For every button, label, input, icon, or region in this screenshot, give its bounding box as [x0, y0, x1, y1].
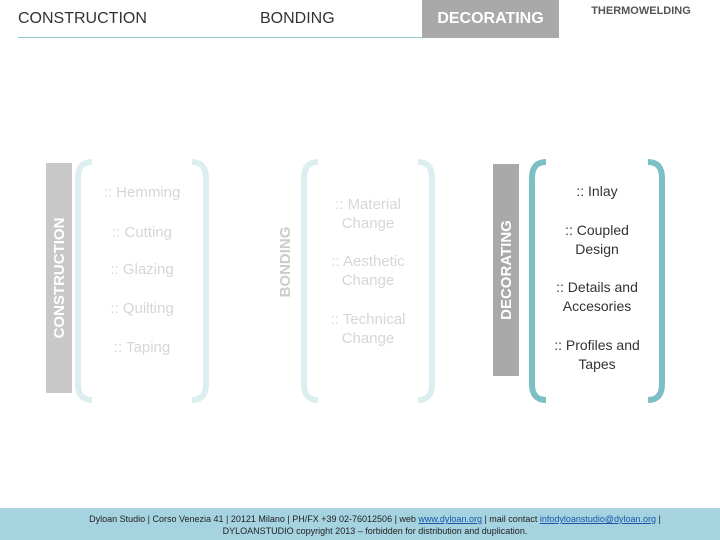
footer-line1-mid: | mail contact — [481, 514, 540, 524]
decorating-item-coupled-design[interactable]: :: Coupled Design — [546, 221, 648, 259]
construction-item-cutting[interactable]: :: Cutting — [92, 223, 192, 242]
construction-right-bracket — [191, 159, 209, 403]
decorating-item-inlay[interactable]: :: Inlay — [546, 182, 648, 201]
bonding-right-bracket — [417, 159, 435, 403]
bonding-left-bracket — [301, 159, 319, 403]
footer-line1-prefix: Dyloan Studio | Corso Venezia 41 | 20121… — [89, 514, 419, 524]
construction-item-hemming[interactable]: :: Hemming — [92, 183, 192, 202]
construction-item-quilting[interactable]: :: Quilting — [92, 299, 192, 318]
decorating-item-profiles-tapes[interactable]: :: Profiles and Tapes — [540, 336, 654, 374]
decorating-item-details-accessories[interactable]: :: Details and Accesories — [546, 278, 648, 316]
bonding-item-technical-change[interactable]: :: Technical Change — [318, 310, 418, 348]
footer-line1-suffix: | — [656, 514, 661, 524]
footer-copyright: DYLOANSTUDIO copyright 2013 – forbidden … — [222, 526, 528, 536]
footer-text: Dyloan Studio | Corso Venezia 41 | 20121… — [30, 513, 720, 537]
footer-mail-link[interactable]: infodyloanstudio@dyloan.org — [540, 514, 656, 524]
footer-web-link[interactable]: www.dyloan.org — [418, 514, 482, 524]
bonding-item-material-change[interactable]: :: Material Change — [318, 195, 418, 233]
construction-left-bracket — [75, 159, 93, 403]
bonding-item-aesthetic-change[interactable]: :: Aesthetic Change — [318, 252, 418, 290]
construction-item-glazing[interactable]: :: Glazing — [92, 260, 192, 279]
construction-item-taping[interactable]: :: Taping — [92, 338, 192, 357]
